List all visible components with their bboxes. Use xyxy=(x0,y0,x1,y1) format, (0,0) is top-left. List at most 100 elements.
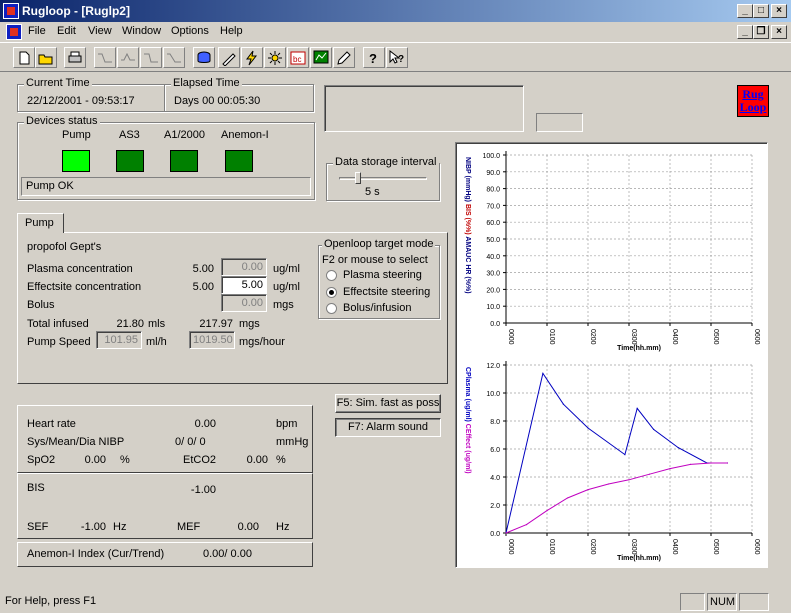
curve-3-icon[interactable] xyxy=(140,47,162,68)
chart0-ytick-label: 80.0 xyxy=(486,187,500,194)
chart1-series-1-line xyxy=(505,462,728,534)
bolus-label: Bolus xyxy=(27,299,55,311)
device-pump-indicator xyxy=(62,150,90,172)
sef-label: SEF xyxy=(27,521,49,533)
bis-value: -1.00 xyxy=(190,484,216,496)
logo-line-2: Loop xyxy=(739,100,767,114)
document-icon[interactable] xyxy=(6,24,22,40)
spo2-label: SpO2 xyxy=(27,454,56,466)
sim-fast-button[interactable]: F5: Sim. fast as poss xyxy=(335,394,441,413)
bolus-target-field[interactable]: 0.00 xyxy=(221,294,267,312)
toolbar: bc ? ? xyxy=(0,42,791,72)
close-button[interactable]: × xyxy=(771,4,787,18)
nibp-value: 0/ 0/ 0 xyxy=(175,436,206,448)
chart1-series-0-point xyxy=(587,427,589,429)
total-infused-label: Total infused xyxy=(27,318,89,330)
pump-speed-mlh-field[interactable]: 101.95 xyxy=(96,331,142,349)
radio-effectsite-steering[interactable] xyxy=(326,287,337,298)
radio-effectsite-label[interactable]: Effectsite steering xyxy=(343,286,430,298)
storage-interval-group: Data storage interval 5 s xyxy=(326,156,440,201)
chart1-series-1-point xyxy=(628,479,630,481)
doc-restore-button[interactable]: ❐ xyxy=(753,25,769,39)
effect-unit: ug/ml xyxy=(273,281,300,293)
database-icon[interactable] xyxy=(193,47,215,68)
alarm-sound-button[interactable]: F7: Alarm sound xyxy=(335,418,441,437)
plasma-target-field[interactable]: 0.00 xyxy=(221,258,267,276)
print-icon[interactable] xyxy=(64,47,86,68)
syringe-icon[interactable] xyxy=(218,47,240,68)
chart1-series-1-point xyxy=(546,510,548,512)
window-title: Rugloop - [Ruglp2] xyxy=(22,4,130,18)
chart1-series-1-point xyxy=(726,462,728,464)
curve-4-icon[interactable] xyxy=(163,47,185,68)
effect-target-field[interactable]: 5.00 xyxy=(221,276,267,294)
device-as3-indicator xyxy=(116,150,144,172)
chart0-xtick-label: 0100 xyxy=(548,329,555,345)
pen-icon[interactable] xyxy=(333,47,355,68)
context-help-icon[interactable]: ? xyxy=(386,47,408,68)
chart0-xtick-label: 0300 xyxy=(630,329,637,345)
total-mgs-unit: mgs xyxy=(239,318,260,330)
bc-icon[interactable]: bc xyxy=(287,47,309,68)
chart0-xlabel: Time(hh.mm) xyxy=(617,345,661,352)
help-icon[interactable]: ? xyxy=(363,47,385,68)
chart1-series-0-point xyxy=(677,447,679,449)
trend-charts: 0.0 10.0 20.0 30.0 40.0 50.0 60.0 70.0 80.0 90.0 1… xyxy=(464,151,760,562)
doc-minimize-button[interactable]: _ xyxy=(737,25,753,39)
tab-pump[interactable]: Pump xyxy=(17,213,64,233)
doc-close-button[interactable]: × xyxy=(771,25,787,39)
chart1-series-0-point xyxy=(653,428,655,430)
device-anemon-label: Anemon-I xyxy=(221,129,269,141)
mef-unit: Hz xyxy=(276,521,290,533)
storage-slider-track[interactable] xyxy=(339,177,427,180)
chart0-xtick-label: 0000 xyxy=(507,329,514,345)
rugloop-logo: Rug Loop xyxy=(737,85,769,117)
heart-rate-unit: bpm xyxy=(276,418,298,430)
chart1-series-1-point xyxy=(648,473,651,475)
chart1-series-1-point xyxy=(587,489,589,491)
status-num-text: NUM xyxy=(710,596,736,608)
menu-help[interactable]: Help xyxy=(220,25,243,37)
new-file-icon[interactable] xyxy=(13,47,35,68)
lightning-icon[interactable] xyxy=(241,47,263,68)
monitor-icon[interactable] xyxy=(310,47,332,68)
device-as3-label: AS3 xyxy=(119,129,140,141)
etco2-label: EtCO2 xyxy=(183,454,217,466)
menu-window[interactable]: Window xyxy=(122,25,161,37)
curve-1-icon[interactable] xyxy=(94,47,116,68)
openloop-mode-group: Openloop target mode F2 or mouse to sele… xyxy=(318,238,440,319)
maximize-button[interactable]: □ xyxy=(753,4,769,18)
device-status-text: Pump OK xyxy=(26,180,74,192)
sun-icon[interactable] xyxy=(264,47,286,68)
storage-slider-thumb[interactable] xyxy=(355,172,362,184)
chart1-ytick-label: 10.0 xyxy=(486,391,500,398)
menu-file[interactable]: File xyxy=(28,25,46,37)
bis-panel: BIS -1.00 SEF -1.00 Hz MEF 0.00 Hz xyxy=(17,473,313,539)
app-icon[interactable] xyxy=(3,3,19,19)
menu-view[interactable]: View xyxy=(88,25,112,37)
radio-plasma-steering[interactable] xyxy=(326,270,337,281)
elapsed-time-label: Elapsed Time xyxy=(171,77,242,89)
chart1-xtick-label: 0000 xyxy=(507,539,514,555)
radio-bolus-infusion[interactable] xyxy=(326,303,337,314)
menu-options[interactable]: Options xyxy=(171,25,209,37)
open-folder-icon[interactable] xyxy=(35,47,57,68)
radio-bolus-label[interactable]: Bolus/infusion xyxy=(343,302,412,314)
chart1-xtick-label: 0500 xyxy=(712,539,719,555)
chart1-series-1-point xyxy=(607,483,610,485)
effect-value: 5.00 xyxy=(192,281,214,293)
current-time-group: Current Time 22/12/2001 - 09:53:17 xyxy=(17,77,165,112)
pump-speed-mlh-unit: ml/h xyxy=(146,336,167,348)
current-time-value: 22/12/2001 - 09:53:17 xyxy=(27,95,135,107)
minimize-button[interactable]: _ xyxy=(737,4,753,18)
nibp-unit: mmHg xyxy=(276,436,309,448)
plasma-unit: ug/ml xyxy=(273,263,300,275)
pump-speed-mgs-field[interactable]: 1019.50 xyxy=(189,331,235,349)
chart0-ylabel-part: BIS (%%) xyxy=(464,204,471,236)
device-a1-label: A1/2000 xyxy=(164,129,205,141)
chart1-series-0-point xyxy=(624,454,626,456)
curve-2-icon[interactable] xyxy=(117,47,139,68)
anemon-panel: Anemon-I Index (Cur/Trend) 0.00/ 0.00 xyxy=(17,542,313,567)
menu-edit[interactable]: Edit xyxy=(57,25,76,37)
radio-plasma-label[interactable]: Plasma steering xyxy=(343,269,422,281)
